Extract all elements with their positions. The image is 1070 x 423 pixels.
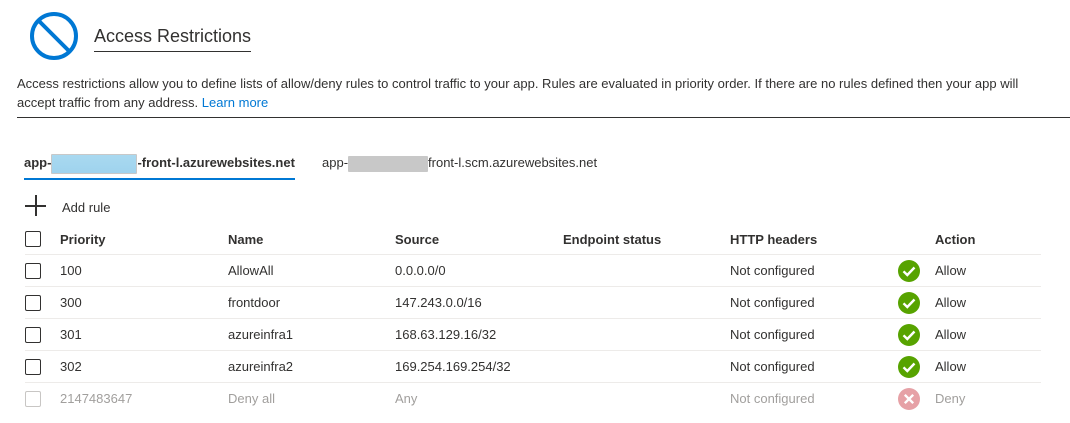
table-row: 2147483647 Deny all Any Not configured D… [25, 382, 1041, 414]
row-checkbox[interactable] [25, 294, 41, 311]
divider [17, 117, 1070, 118]
cell-endpoint-status [563, 254, 730, 287]
cell-action: Deny [935, 382, 1041, 414]
column-http-headers[interactable]: HTTP headers [730, 224, 898, 255]
cell-endpoint-status [563, 286, 730, 319]
description-line-2-text: accept traffic from any address. [17, 95, 199, 110]
plus-icon [24, 194, 48, 218]
tab-main-site-suffix: -front-l.azurewebsites.net [137, 155, 295, 170]
row-select-cell [25, 286, 60, 319]
row-checkbox[interactable] [25, 358, 41, 375]
cell-name: AllowAll [228, 254, 395, 287]
row-select-cell [25, 254, 60, 287]
row-checkbox[interactable] [25, 262, 41, 279]
cell-status-icon [898, 350, 935, 383]
cell-http-headers: Not configured [730, 350, 898, 383]
cell-name: azureinfra2 [228, 350, 395, 383]
redacted-block [51, 153, 138, 174]
description-line-1: Access restrictions allow you to define … [17, 76, 1019, 91]
row-checkbox[interactable] [25, 326, 41, 343]
row-select-cell [25, 318, 60, 351]
cell-name: Deny all [228, 382, 395, 414]
cell-source: 168.63.129.16/32 [395, 318, 563, 351]
cell-action: Allow [935, 254, 1041, 287]
cell-action: Allow [935, 318, 1041, 351]
cell-source: 0.0.0.0/0 [395, 254, 563, 287]
cell-source: Any [395, 382, 563, 414]
rules-table: Priority Name Source Endpoint status HTT… [25, 224, 1041, 414]
cell-priority: 100 [60, 254, 228, 287]
check-circle-icon [898, 291, 920, 314]
cell-action: Allow [935, 286, 1041, 319]
table-row[interactable]: 301 azureinfra1 168.63.129.16/32 Not con… [25, 318, 1041, 351]
add-rule-label: Add rule [62, 200, 111, 215]
tab-scm-site-prefix: app- [322, 155, 349, 170]
redacted-block [348, 155, 429, 172]
select-all-checkbox[interactable] [25, 231, 41, 248]
cell-endpoint-status [563, 350, 730, 383]
tab-main-site[interactable]: app- -front-l.azurewebsites.net [24, 152, 295, 180]
cell-http-headers: Not configured [730, 286, 898, 319]
column-priority[interactable]: Priority [60, 224, 228, 255]
cell-http-headers: Not configured [730, 382, 898, 414]
table-row[interactable]: 300 frontdoor 147.243.0.0/16 Not configu… [25, 286, 1041, 319]
cell-endpoint-status [563, 382, 730, 414]
table-row[interactable]: 100 AllowAll 0.0.0.0/0 Not configured Al… [25, 254, 1041, 287]
blocked-circle-icon [30, 12, 78, 60]
column-status-icon [898, 224, 935, 255]
row-checkbox [25, 390, 41, 407]
tab-main-site-prefix: app- [24, 155, 52, 170]
cell-priority: 301 [60, 318, 228, 351]
description: Access restrictions allow you to define … [17, 74, 1070, 112]
row-select-cell [25, 350, 60, 383]
cell-source: 169.254.169.254/32 [395, 350, 563, 383]
description-line-2: accept traffic from any address. Learn m… [17, 93, 1070, 112]
cell-source: 147.243.0.0/16 [395, 286, 563, 319]
select-all-cell [25, 224, 60, 255]
cell-http-headers: Not configured [730, 254, 898, 287]
column-name[interactable]: Name [228, 224, 395, 255]
column-source[interactable]: Source [395, 224, 563, 255]
cell-endpoint-status [563, 318, 730, 351]
cell-action: Allow [935, 350, 1041, 383]
cell-status-icon [898, 286, 935, 319]
x-circle-icon [898, 387, 920, 410]
cell-status-icon [898, 254, 935, 287]
column-action[interactable]: Action [935, 224, 1041, 255]
cell-status-icon [898, 382, 935, 414]
row-select-cell [25, 382, 60, 414]
cell-http-headers: Not configured [730, 318, 898, 351]
page-title: Access Restrictions [94, 26, 252, 52]
cell-priority: 300 [60, 286, 228, 319]
cell-name: azureinfra1 [228, 318, 395, 351]
check-circle-icon [898, 355, 920, 378]
cell-priority: 2147483647 [60, 382, 228, 414]
cell-name: frontdoor [228, 286, 395, 319]
tab-scm-site-suffix: front-l.scm.azurewebsites.net [428, 155, 598, 170]
cell-priority: 302 [60, 350, 228, 383]
learn-more-link[interactable]: Learn more [202, 95, 268, 110]
tab-scm-site[interactable]: app-front-l.scm.azurewebsites.net [322, 152, 597, 178]
column-endpoint-status[interactable]: Endpoint status [563, 224, 730, 255]
page-header: Access Restrictions [28, 10, 1068, 60]
table-row[interactable]: 302 azureinfra2 169.254.169.254/32 Not c… [25, 350, 1041, 383]
check-circle-icon [898, 323, 920, 346]
table-header-row: Priority Name Source Endpoint status HTT… [25, 224, 1041, 255]
cell-status-icon [898, 318, 935, 351]
check-circle-icon [898, 259, 920, 282]
